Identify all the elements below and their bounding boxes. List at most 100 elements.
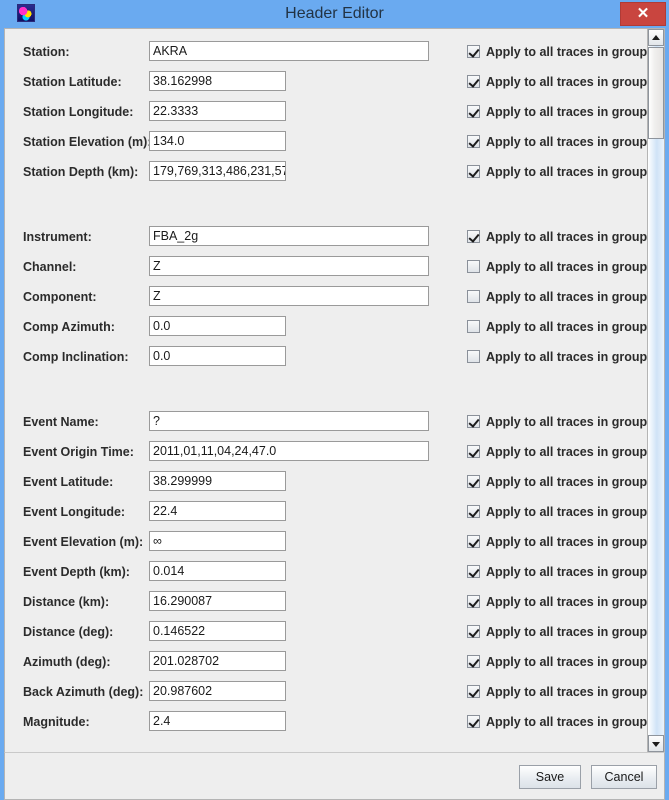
form-row: Event Depth (km): Apply to all traces in … bbox=[5, 557, 647, 587]
checkbox-checked-icon[interactable] bbox=[467, 685, 480, 698]
field-input[interactable] bbox=[149, 561, 286, 581]
checkbox-label: Apply to all traces in group bbox=[486, 319, 647, 334]
chevron-up-icon bbox=[652, 34, 660, 40]
apply-to-group-checkbox[interactable]: Apply to all traces in group bbox=[467, 681, 647, 702]
checkbox-checked-icon[interactable] bbox=[467, 595, 480, 608]
apply-to-group-checkbox[interactable]: Apply to all traces in group bbox=[467, 561, 647, 582]
form-row: Station Depth (km): Apply to all traces i… bbox=[5, 157, 647, 187]
checkbox-checked-icon[interactable] bbox=[467, 475, 480, 488]
apply-to-group-checkbox[interactable]: Apply to all traces in group bbox=[467, 226, 647, 247]
apply-to-group-checkbox[interactable]: Apply to all traces in group bbox=[467, 471, 647, 492]
scroll-down-arrow-icon[interactable] bbox=[648, 735, 664, 752]
checkbox-checked-icon[interactable] bbox=[467, 105, 480, 118]
field-input[interactable] bbox=[149, 591, 286, 611]
checkbox-checked-icon[interactable] bbox=[467, 535, 480, 548]
form-row: Event Name: Apply to all traces in group bbox=[5, 407, 647, 437]
form-row: Event Latitude: Apply to all traces in gr… bbox=[5, 467, 647, 497]
form-row: Event Elevation (m): Apply to all traces … bbox=[5, 527, 647, 557]
checkbox-unchecked-icon[interactable] bbox=[467, 290, 480, 303]
checkbox-checked-icon[interactable] bbox=[467, 230, 480, 243]
chevron-down-icon bbox=[652, 741, 660, 747]
checkbox-label: Apply to all traces in group bbox=[486, 104, 647, 119]
apply-to-group-checkbox[interactable]: Apply to all traces in group bbox=[467, 101, 647, 122]
checkbox-checked-icon[interactable] bbox=[467, 565, 480, 578]
save-button[interactable]: Save bbox=[519, 765, 581, 789]
apply-to-group-checkbox[interactable]: Apply to all traces in group bbox=[467, 256, 647, 277]
apply-to-group-checkbox[interactable]: Apply to all traces in group bbox=[467, 711, 647, 732]
scroll-up-arrow-icon[interactable] bbox=[648, 29, 664, 46]
field-label: Station Elevation (m): bbox=[23, 135, 152, 149]
header-editor-window: Header Editor ✕ Station: Apply to all tra… bbox=[0, 0, 669, 800]
checkbox-label: Apply to all traces in group bbox=[486, 164, 647, 179]
form-row: Event Origin Time: Apply to all traces in… bbox=[5, 437, 647, 467]
field-input[interactable] bbox=[149, 131, 286, 151]
checkbox-checked-icon[interactable] bbox=[467, 75, 480, 88]
field-input[interactable] bbox=[149, 226, 429, 246]
checkbox-checked-icon[interactable] bbox=[467, 505, 480, 518]
checkbox-label: Apply to all traces in group bbox=[486, 594, 647, 609]
vertical-scrollbar[interactable] bbox=[647, 29, 664, 752]
field-label: Comp Inclination: bbox=[23, 350, 129, 364]
form-row: Channel: Apply to all traces in group bbox=[5, 252, 647, 282]
field-label: Event Latitude: bbox=[23, 475, 114, 489]
apply-to-group-checkbox[interactable]: Apply to all traces in group bbox=[467, 531, 647, 552]
field-input[interactable] bbox=[149, 621, 286, 641]
field-input[interactable] bbox=[149, 681, 286, 701]
cancel-button[interactable]: Cancel bbox=[591, 765, 657, 789]
field-input[interactable] bbox=[149, 286, 429, 306]
field-input[interactable] bbox=[149, 101, 286, 121]
field-input[interactable] bbox=[149, 471, 286, 491]
field-input[interactable] bbox=[149, 501, 286, 521]
apply-to-group-checkbox[interactable]: Apply to all traces in group bbox=[467, 441, 647, 462]
checkbox-checked-icon[interactable] bbox=[467, 165, 480, 178]
field-input[interactable] bbox=[149, 411, 429, 431]
form-row: Magnitude: Apply to all traces in group bbox=[5, 707, 647, 737]
apply-to-group-checkbox[interactable]: Apply to all traces in group bbox=[467, 161, 647, 182]
close-icon[interactable]: ✕ bbox=[620, 2, 666, 26]
form-row: Instrument: Apply to all traces in group bbox=[5, 222, 647, 252]
scrollbar-thumb[interactable] bbox=[648, 47, 664, 139]
apply-to-group-checkbox[interactable]: Apply to all traces in group bbox=[467, 501, 647, 522]
field-input[interactable] bbox=[149, 711, 286, 731]
checkbox-unchecked-icon[interactable] bbox=[467, 350, 480, 363]
field-input[interactable] bbox=[149, 71, 286, 91]
field-input[interactable] bbox=[149, 161, 286, 181]
form-row: Station: Apply to all traces in group bbox=[5, 37, 647, 67]
apply-to-group-checkbox[interactable]: Apply to all traces in group bbox=[467, 346, 647, 367]
form-row: Station Latitude: Apply to all traces in … bbox=[5, 67, 647, 97]
field-label: Back Azimuth (deg): bbox=[23, 685, 144, 699]
field-input[interactable] bbox=[149, 316, 286, 336]
apply-to-group-checkbox[interactable]: Apply to all traces in group bbox=[467, 411, 647, 432]
checkbox-unchecked-icon[interactable] bbox=[467, 320, 480, 333]
checkbox-label: Apply to all traces in group bbox=[486, 414, 647, 429]
field-input[interactable] bbox=[149, 441, 429, 461]
field-label: Station Latitude: bbox=[23, 75, 122, 89]
field-label: Station Depth (km): bbox=[23, 165, 139, 179]
field-input[interactable] bbox=[149, 346, 286, 366]
apply-to-group-checkbox[interactable]: Apply to all traces in group bbox=[467, 41, 647, 62]
apply-to-group-checkbox[interactable]: Apply to all traces in group bbox=[467, 316, 647, 337]
checkbox-label: Apply to all traces in group bbox=[486, 134, 647, 149]
field-input[interactable] bbox=[149, 651, 286, 671]
checkbox-label: Apply to all traces in group bbox=[486, 564, 647, 579]
checkbox-checked-icon[interactable] bbox=[467, 45, 480, 58]
apply-to-group-checkbox[interactable]: Apply to all traces in group bbox=[467, 286, 647, 307]
apply-to-group-checkbox[interactable]: Apply to all traces in group bbox=[467, 621, 647, 642]
checkbox-checked-icon[interactable] bbox=[467, 625, 480, 638]
checkbox-unchecked-icon[interactable] bbox=[467, 260, 480, 273]
field-input[interactable] bbox=[149, 41, 429, 61]
apply-to-group-checkbox[interactable]: Apply to all traces in group bbox=[467, 591, 647, 612]
apply-to-group-checkbox[interactable]: Apply to all traces in group bbox=[467, 651, 647, 672]
field-input[interactable] bbox=[149, 256, 429, 276]
checkbox-checked-icon[interactable] bbox=[467, 135, 480, 148]
form-row: Azimuth (deg): Apply to all traces in gro… bbox=[5, 647, 647, 677]
field-input[interactable] bbox=[149, 531, 286, 551]
form-row: Comp Azimuth: Apply to all traces in grou… bbox=[5, 312, 647, 342]
checkbox-checked-icon[interactable] bbox=[467, 415, 480, 428]
checkbox-checked-icon[interactable] bbox=[467, 655, 480, 668]
checkbox-checked-icon[interactable] bbox=[467, 445, 480, 458]
apply-to-group-checkbox[interactable]: Apply to all traces in group bbox=[467, 71, 647, 92]
checkbox-checked-icon[interactable] bbox=[467, 715, 480, 728]
button-bar: Save Cancel bbox=[4, 752, 665, 800]
apply-to-group-checkbox[interactable]: Apply to all traces in group bbox=[467, 131, 647, 152]
